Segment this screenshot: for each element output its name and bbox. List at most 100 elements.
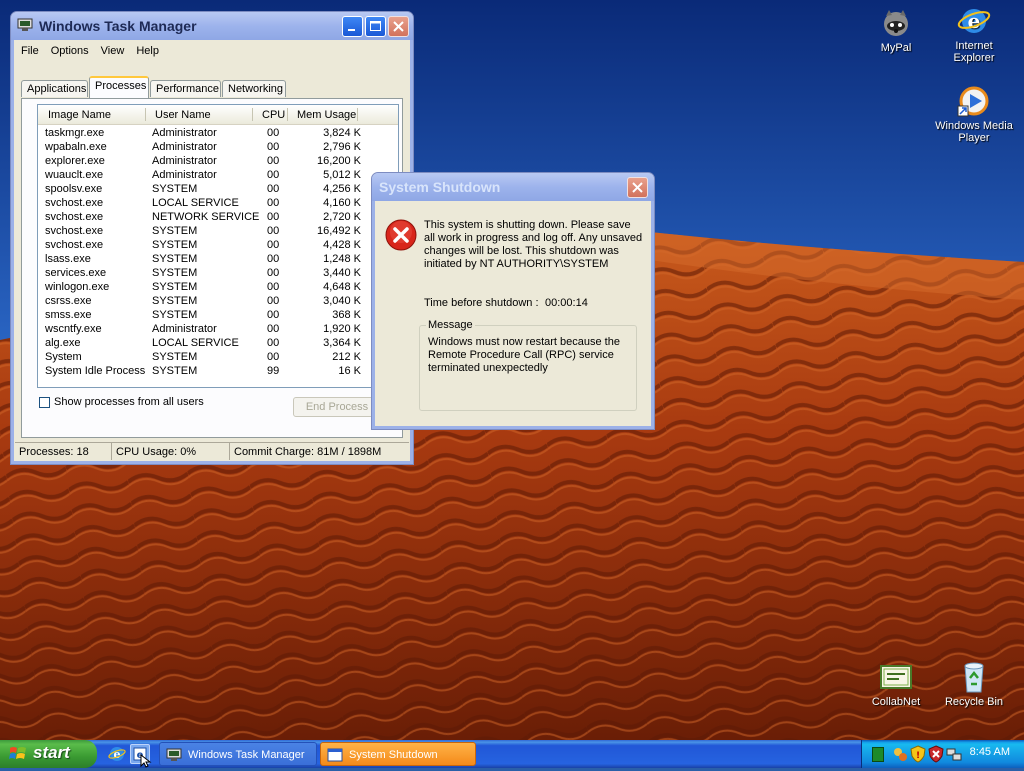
- process-mem-usage: 3,040 K: [323, 295, 361, 307]
- process-mem-usage: 16,200 K: [316, 155, 361, 167]
- clock[interactable]: 8:45 AM: [970, 746, 1010, 758]
- process-cpu: 00: [267, 253, 280, 265]
- maximize-button[interactable]: [365, 16, 386, 37]
- windows-logo-icon: [9, 746, 27, 762]
- process-image-name: alg.exe: [45, 337, 81, 349]
- minimize-icon: [348, 29, 355, 31]
- process-row[interactable]: svchost.exe LOCAL SERVICE 00 4,160 K: [38, 196, 398, 210]
- taskbar-item-task-manager[interactable]: Windows Task Manager: [159, 742, 317, 766]
- process-user-name: SYSTEM: [152, 281, 198, 293]
- process-row[interactable]: System SYSTEM 00 212 K: [38, 350, 398, 364]
- process-row[interactable]: taskmgr.exe Administrator 00 3,824 K: [38, 126, 398, 140]
- process-row[interactable]: winlogon.exe SYSTEM 00 4,648 K: [38, 280, 398, 294]
- shutdown-dialog-titlebar[interactable]: System Shutdown: [372, 173, 654, 201]
- tab-processes[interactable]: Processes: [89, 76, 149, 98]
- start-button[interactable]: start: [0, 740, 97, 768]
- show-all-users-checkbox[interactable]: [39, 397, 50, 408]
- taskbar-item-label: System Shutdown: [349, 749, 438, 761]
- desktop-icon-mypal[interactable]: MyPal: [856, 6, 936, 54]
- process-row[interactable]: wpabaln.exe Administrator 00 2,796 K: [38, 140, 398, 154]
- mouse-cursor-icon: [140, 753, 152, 768]
- desktop-icon-internet-explorer[interactable]: e Internet Explorer: [934, 4, 1014, 64]
- process-row[interactable]: svchost.exe NETWORK SERVICE 00 2,720 K: [38, 210, 398, 224]
- process-row[interactable]: services.exe SYSTEM 00 3,440 K: [38, 266, 398, 280]
- column-mem-usage[interactable]: Mem Usage: [297, 109, 356, 121]
- end-process-button[interactable]: End Process: [293, 397, 381, 417]
- process-image-name: wuauclt.exe: [45, 169, 104, 181]
- window-title: Windows Task Manager: [39, 18, 197, 34]
- time-before-shutdown-value: 00:00:14: [545, 297, 588, 309]
- process-mem-usage: 2,796 K: [323, 141, 361, 153]
- show-all-users-label: Show processes from all users: [54, 396, 204, 408]
- process-row[interactable]: wuauclt.exe Administrator 00 5,012 K: [38, 168, 398, 182]
- tray-status-icon[interactable]: [872, 747, 884, 762]
- process-image-name: services.exe: [45, 267, 107, 279]
- menu-file[interactable]: File: [15, 42, 45, 57]
- process-row[interactable]: wscntfy.exe Administrator 00 1,920 K: [38, 322, 398, 336]
- tab-performance[interactable]: Performance: [150, 80, 221, 97]
- process-row[interactable]: alg.exe LOCAL SERVICE 00 3,364 K: [38, 336, 398, 350]
- dialog-close-button[interactable]: [627, 177, 648, 198]
- desktop-icon-windows-media-player[interactable]: Windows Media Player: [934, 84, 1014, 144]
- process-cpu: 00: [267, 169, 280, 181]
- process-row[interactable]: spoolsv.exe SYSTEM 00 4,256 K: [38, 182, 398, 196]
- time-before-shutdown-label: Time before shutdown :: [424, 297, 539, 309]
- process-row[interactable]: svchost.exe SYSTEM 00 4,428 K: [38, 238, 398, 252]
- process-mem-usage: 16 K: [338, 365, 361, 377]
- recycle-bin-icon: [957, 660, 991, 694]
- desktop-icon-label: Internet Explorer: [953, 40, 995, 64]
- process-cpu: 00: [267, 323, 280, 335]
- close-icon: [632, 182, 643, 193]
- process-row[interactable]: System Idle Process SYSTEM 99 16 K: [38, 364, 398, 378]
- process-mem-usage: 3,824 K: [323, 127, 361, 139]
- process-row[interactable]: csrss.exe SYSTEM 00 3,040 K: [38, 294, 398, 308]
- process-row[interactable]: lsass.exe SYSTEM 00 1,248 K: [38, 252, 398, 266]
- quicklaunch-ie-icon[interactable]: e: [108, 745, 126, 763]
- desktop-icon-label: Recycle Bin: [944, 696, 1004, 708]
- desktop-icon-recycle-bin[interactable]: Recycle Bin: [934, 660, 1014, 708]
- message-label: Message: [426, 319, 475, 331]
- media-player-icon: [957, 84, 991, 118]
- process-mem-usage: 5,012 K: [323, 169, 361, 181]
- process-mem-usage: 4,648 K: [323, 281, 361, 293]
- process-list[interactable]: Image Name User Name CPU Mem Usage taskm…: [37, 104, 399, 388]
- process-row[interactable]: explorer.exe Administrator 00 16,200 K: [38, 154, 398, 168]
- taskbar-item-system-shutdown[interactable]: System Shutdown: [320, 742, 476, 766]
- task-manager-window: Windows Task Manager File Options View Help…: [10, 11, 414, 465]
- tray-network-icon[interactable]: [892, 746, 908, 762]
- process-user-name: Administrator: [152, 323, 217, 335]
- menu-options[interactable]: Options: [45, 42, 95, 57]
- process-cpu: 00: [267, 155, 280, 167]
- raccoon-icon: [879, 6, 913, 40]
- error-icon: [385, 219, 417, 251]
- close-button[interactable]: [388, 16, 409, 37]
- process-user-name: SYSTEM: [152, 365, 198, 377]
- firewall-shield-icon[interactable]: [928, 745, 944, 763]
- process-cpu: 00: [267, 127, 280, 139]
- process-row[interactable]: svchost.exe SYSTEM 00 16,492 K: [38, 224, 398, 238]
- shutdown-warning-text: This system is shutting down. Please sav…: [424, 219, 643, 270]
- process-row[interactable]: smss.exe SYSTEM 00 368 K: [38, 308, 398, 322]
- desktop-icon-collabnet[interactable]: CollabNet: [856, 660, 936, 708]
- security-shield-icon[interactable]: !: [910, 745, 926, 763]
- tray-connection-icon[interactable]: [946, 746, 962, 762]
- tab-networking[interactable]: Networking: [222, 80, 286, 97]
- process-cpu: 00: [267, 211, 280, 223]
- process-mem-usage: 3,440 K: [323, 267, 361, 279]
- process-image-name: lsass.exe: [45, 253, 91, 265]
- minimize-button[interactable]: [342, 16, 363, 37]
- process-user-name: Administrator: [152, 141, 217, 153]
- dialog-window-icon: [327, 747, 343, 763]
- process-image-name: svchost.exe: [45, 225, 104, 237]
- status-cpu-usage: CPU Usage: 0%: [111, 442, 229, 460]
- column-cpu[interactable]: CPU: [262, 109, 285, 121]
- menu-help[interactable]: Help: [130, 42, 165, 57]
- column-user-name[interactable]: User Name: [155, 109, 211, 121]
- system-tray: ! 8:45 AM: [861, 740, 1024, 768]
- menu-view[interactable]: View: [95, 42, 131, 57]
- task-manager-titlebar[interactable]: Windows Task Manager: [11, 12, 413, 40]
- column-image-name[interactable]: Image Name: [48, 109, 111, 121]
- tab-applications[interactable]: Applications: [21, 80, 88, 97]
- process-user-name: LOCAL SERVICE: [152, 197, 239, 209]
- start-label: start: [33, 743, 70, 762]
